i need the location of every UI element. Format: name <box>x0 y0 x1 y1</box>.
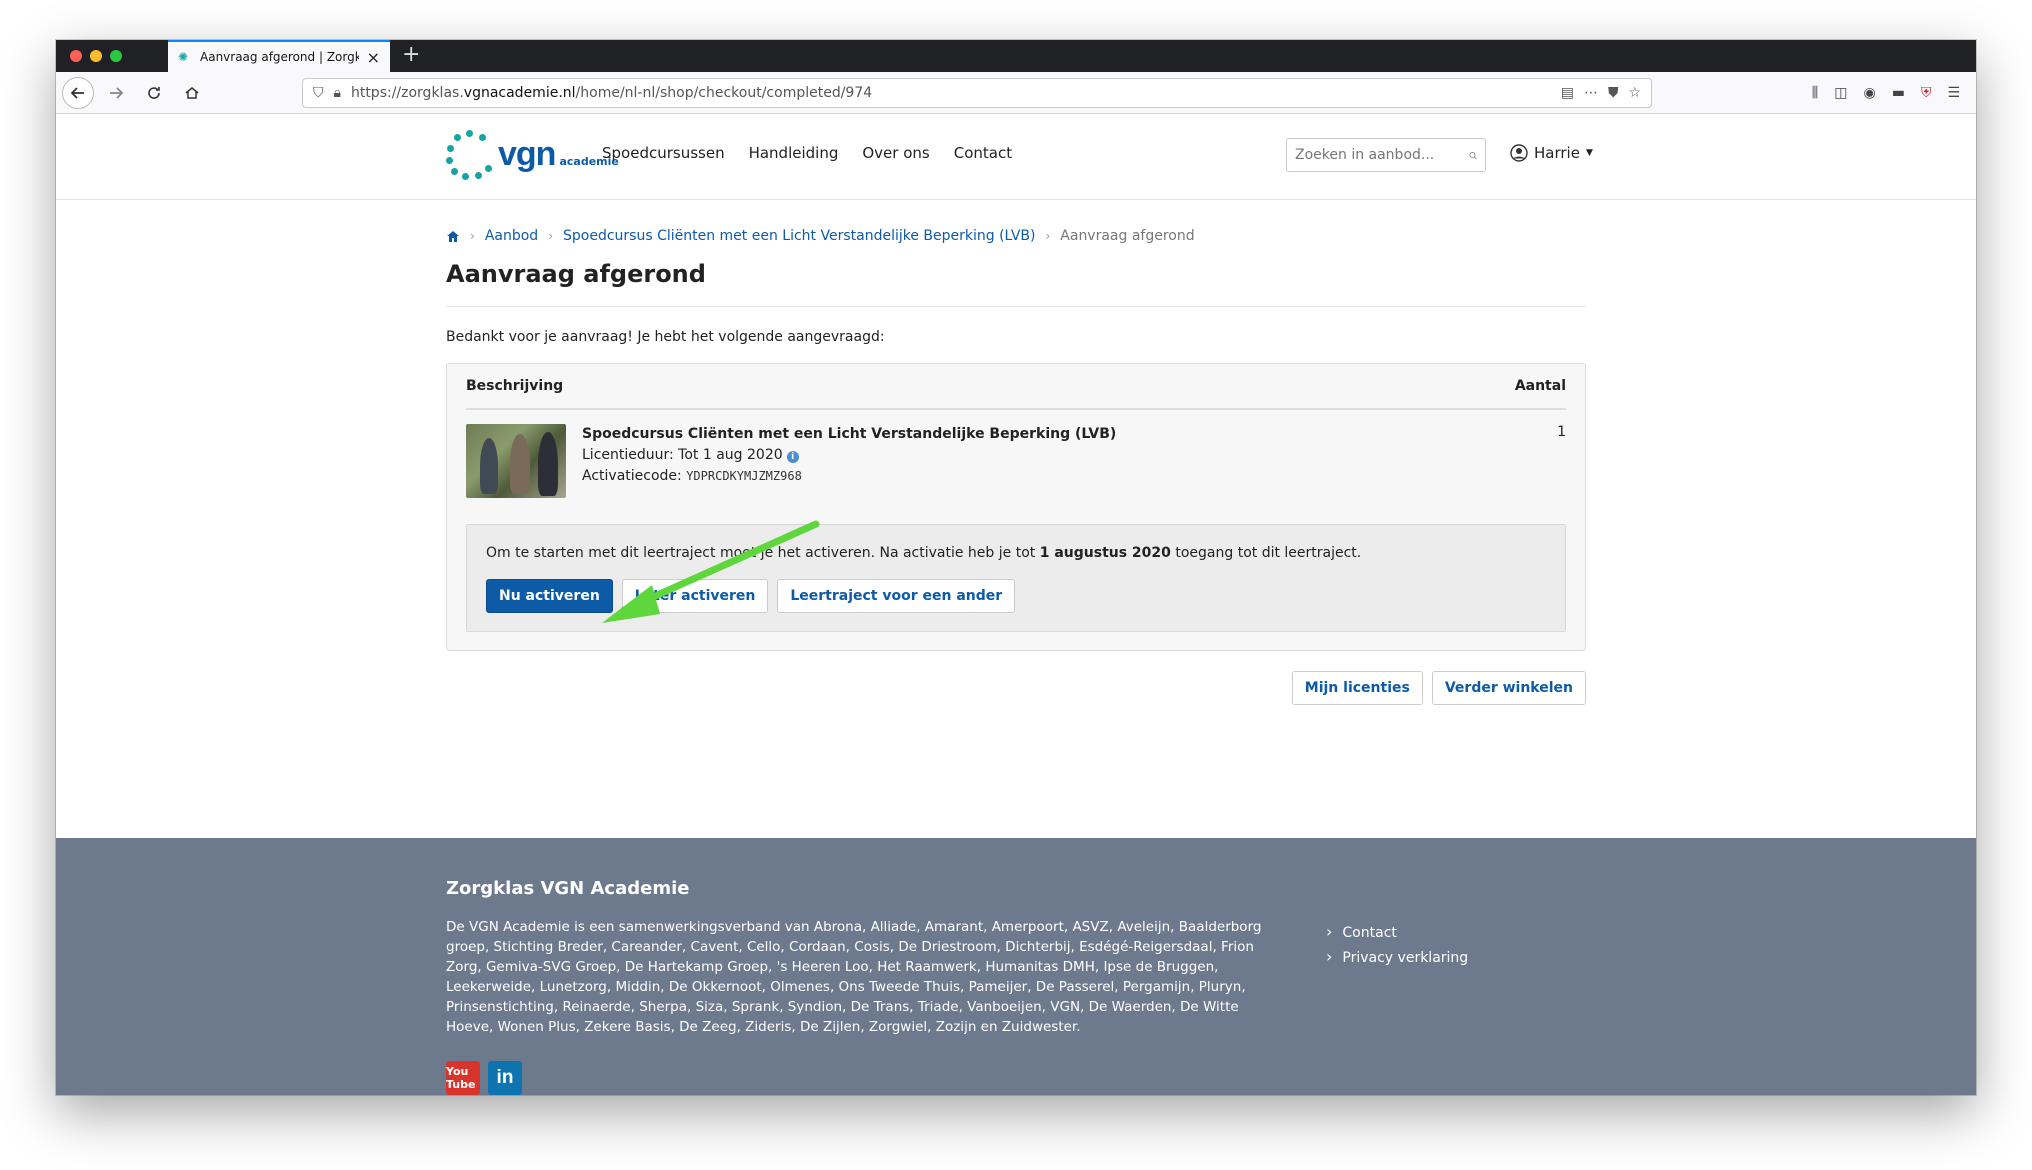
nav-spoedcursussen[interactable]: Spoedcursussen <box>602 144 725 162</box>
breadcrumb: › Aanbod › Spoedcursus Cliënten met een … <box>446 228 1586 244</box>
footer-links: Contact Privacy verklaring <box>1326 920 1468 970</box>
main-content: › Aanbod › Spoedcursus Cliënten met een … <box>446 200 1586 705</box>
back-arrow-icon <box>70 86 84 99</box>
page-actions: Mijn licenties Verder winkelen <box>446 671 1586 705</box>
reader-view-icon[interactable]: ▤ <box>1561 85 1574 101</box>
breadcrumb-current: Aanvraag afgerond <box>1060 228 1195 244</box>
library-icon[interactable]: ⫼ <box>1812 85 1818 101</box>
nav-over-ons[interactable]: Over ons <box>862 144 929 162</box>
minimize-window-button[interactable] <box>90 50 102 62</box>
lock-icon[interactable]: 🔒︎ <box>334 85 341 101</box>
search-icon[interactable] <box>1469 149 1477 162</box>
caret-down-icon: ▼ <box>1585 148 1593 158</box>
bookmark-star-icon[interactable]: ☆ <box>1628 85 1641 101</box>
active-tab[interactable]: ✺ Aanvraag afgerond | Zorgklas V × <box>168 40 390 72</box>
item-details: Spoedcursus Cliënten met een Licht Verst… <box>582 424 1566 498</box>
footer-link-privacy[interactable]: Privacy verklaring <box>1326 945 1468 970</box>
extension-2-icon[interactable]: ▬ <box>1892 85 1905 101</box>
breadcrumb-course[interactable]: Spoedcursus Cliënten met een Licht Verst… <box>563 228 1035 244</box>
main-nav: Spoedcursussen Handleiding Over ons Cont… <box>602 144 1012 162</box>
breadcrumb-separator-icon: › <box>1045 229 1051 243</box>
user-name: Harrie <box>1534 144 1580 162</box>
forward-button[interactable] <box>100 77 132 109</box>
sidebar-icon[interactable]: ◫ <box>1834 85 1847 101</box>
close-tab-icon[interactable]: × <box>367 48 380 67</box>
url-text[interactable]: https://zorgklas.vgnacademie.nl/home/nl-… <box>351 85 872 101</box>
web-page: vgn academie Spoedcursussen Handleiding … <box>56 114 1976 1095</box>
activate-now-button[interactable]: Nu activeren <box>486 579 613 613</box>
nav-contact[interactable]: Contact <box>954 144 1012 162</box>
breadcrumb-aanbod[interactable]: Aanbod <box>485 228 538 244</box>
footer-inner: Zorgklas VGN Academie De VGN Academie is… <box>446 878 1586 1095</box>
forward-arrow-icon <box>110 86 124 99</box>
page-title: Aanvraag afgerond <box>446 260 1586 307</box>
browser-window: ✺ Aanvraag afgerond | Zorgklas V × + ⛉ 🔒… <box>56 40 1976 1095</box>
maximize-window-button[interactable] <box>110 50 122 62</box>
order-summary: Beschrijving Aantal Spoedcursus Cliënten… <box>446 363 1586 651</box>
activation-code: YDPRCDKYMJZMZ968 <box>686 469 802 483</box>
site-header: vgn academie Spoedcursussen Handleiding … <box>56 114 1976 200</box>
course-for-other-button[interactable]: Leertraject voor een ander <box>777 579 1016 613</box>
reload-icon <box>148 86 160 99</box>
breadcrumb-separator-icon: › <box>470 229 475 243</box>
footer-description: De VGN Academie is een samenwerkingsverb… <box>446 919 1262 1035</box>
continue-shopping-button[interactable]: Verder winkelen <box>1431 671 1586 705</box>
footer-title: Zorgklas VGN Academie <box>446 878 690 899</box>
home-icon[interactable] <box>446 229 460 243</box>
more-actions-icon[interactable]: ⋯ <box>1584 85 1598 101</box>
window-controls <box>56 40 160 72</box>
license-duration: Licentieduur: Tot 1 aug 2020 i <box>582 445 1566 466</box>
youtube-icon[interactable]: You Tube <box>446 1061 480 1095</box>
tab-bar: ✺ Aanvraag afgerond | Zorgklas V × + <box>56 40 1976 72</box>
search-input[interactable] <box>1295 147 1469 163</box>
info-icon[interactable]: i <box>786 451 799 463</box>
user-avatar-icon <box>1510 144 1528 162</box>
item-quantity: 1 <box>1557 424 1566 440</box>
user-menu[interactable]: Harrie ▼ <box>1510 144 1593 162</box>
order-item: Spoedcursus Cliënten met een Licht Verst… <box>466 410 1566 498</box>
order-table-header: Beschrijving Aantal <box>466 378 1566 410</box>
footer-link-contact[interactable]: Contact <box>1326 920 1468 945</box>
my-licenses-button[interactable]: Mijn licenties <box>1291 671 1423 705</box>
home-icon <box>185 86 199 99</box>
close-window-button[interactable] <box>70 50 82 62</box>
address-bar[interactable]: ⛉ 🔒︎ https://zorgklas.vgnacademie.nl/hom… <box>302 77 1652 108</box>
hamburger-menu-icon[interactable]: ☰ <box>1947 85 1960 101</box>
activation-buttons: Nu activeren Later activeren Leertraject… <box>486 579 1546 613</box>
linkedin-icon[interactable]: in <box>488 1061 522 1095</box>
navigation-toolbar: ⛉ 🔒︎ https://zorgklas.vgnacademie.nl/hom… <box>56 72 1976 114</box>
activate-later-button[interactable]: Later activeren <box>621 579 769 613</box>
vgn-logo[interactable]: vgn academie <box>446 130 619 180</box>
reload-button[interactable] <box>138 77 170 109</box>
activation-panel: Om te starten met dit leertraject moet j… <box>466 524 1566 632</box>
column-description: Beschrijving <box>466 378 564 394</box>
column-amount: Aantal <box>1514 378 1566 394</box>
breadcrumb-separator-icon: › <box>548 229 553 243</box>
new-tab-button[interactable]: + <box>390 40 432 72</box>
search-box <box>1286 138 1486 172</box>
intro-text: Bedankt voor je aanvraag! Je hebt het vo… <box>446 329 885 345</box>
pocket-icon[interactable]: ⛊ <box>1608 85 1619 101</box>
home-button[interactable] <box>176 77 208 109</box>
item-name: Spoedcursus Cliënten met een Licht Verst… <box>582 426 1117 442</box>
tab-title: Aanvraag afgerond | Zorgklas V <box>200 50 359 64</box>
site-footer: Zorgklas VGN Academie De VGN Academie is… <box>56 838 1976 1095</box>
toolbar-right: ⫼ ◫ ◉ ▬ ⛨ ☰ <box>1812 85 1960 101</box>
activation-code-row: Activatiecode: YDPRCDKYMJZMZ968 <box>582 468 802 484</box>
course-thumbnail <box>466 424 566 498</box>
back-button[interactable] <box>62 76 94 109</box>
tracking-protection-icon[interactable]: ⛉ <box>313 85 324 101</box>
site-favicon-icon: ✺ <box>178 50 189 64</box>
extension-icon[interactable]: ◉ <box>1863 85 1875 101</box>
logo-text: vgn <box>498 134 556 173</box>
activation-message: Om te starten met dit leertraject moet j… <box>486 545 1362 561</box>
logo-dots-icon <box>446 130 494 180</box>
nav-handleiding[interactable]: Handleiding <box>749 144 839 162</box>
ublock-icon[interactable]: ⛨ <box>1921 85 1932 101</box>
social-links: You Tube in <box>446 1061 1586 1095</box>
